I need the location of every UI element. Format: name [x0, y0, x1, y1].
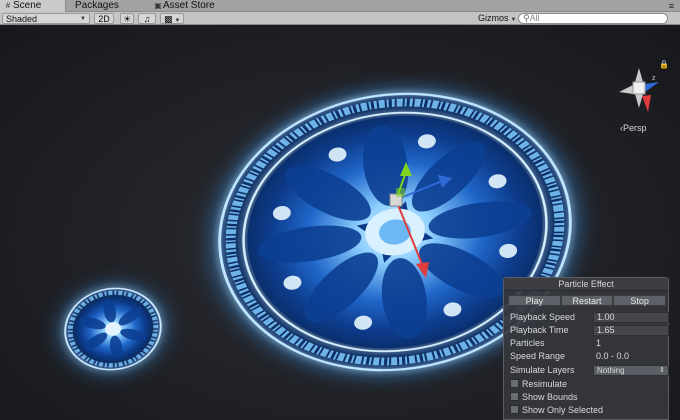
- up-down-arrow-icon: ⇕: [659, 367, 665, 374]
- speed-range-label: Speed Range: [510, 351, 566, 361]
- panel-title: Particle Effect: [504, 278, 668, 291]
- tab-packages[interactable]: Packages: [72, 0, 142, 12]
- speed-range-value: 0.0 - 0.0: [596, 351, 630, 361]
- scene-toolbar: Shaded ▼ 2D ☀ ♫ ▩ ▼ Gizmos ▼ ⚲All: [0, 12, 680, 25]
- tab-menu-icon[interactable]: ≡: [669, 0, 674, 12]
- image-icon: ▩: [164, 14, 173, 24]
- playback-time-field[interactable]: 1.65: [593, 325, 669, 336]
- playback-buttons: Play Restart Stop: [508, 295, 667, 306]
- sun-icon: ☀: [122, 14, 132, 24]
- effects-dropdown[interactable]: ▩ ▼: [160, 13, 184, 24]
- show-only-selected-label: Show Only Selected: [522, 405, 604, 415]
- tab-asset-store-label: Asset Store: [163, 0, 215, 11]
- shading-mode-label: Shaded: [6, 14, 38, 24]
- toggle-2d-button[interactable]: 2D: [94, 13, 114, 24]
- camera-mode-label[interactable]: ‹Persp: [620, 122, 647, 134]
- tab-scene[interactable]: # Scene: [0, 0, 66, 12]
- tab-scene-label: Scene: [13, 0, 42, 11]
- resimulate-label: Resimulate: [522, 379, 568, 389]
- particles-row: Particles 1: [510, 338, 666, 349]
- simulate-layers-dropdown[interactable]: Nothing ⇕: [593, 365, 669, 376]
- particles-value: 1: [596, 338, 602, 348]
- search-icon: ⚲: [523, 13, 530, 23]
- show-bounds-row[interactable]: Show Bounds: [510, 392, 666, 403]
- gizmos-label: Gizmos: [478, 13, 509, 23]
- chevron-down-icon: ▼: [80, 16, 86, 22]
- audio-toggle-button[interactable]: ♫: [138, 13, 156, 24]
- restart-button[interactable]: Restart: [560, 295, 614, 306]
- lighting-toggle-button[interactable]: ☀: [120, 13, 134, 24]
- playback-speed-label: Playback Speed: [510, 312, 576, 322]
- play-button[interactable]: Play: [508, 295, 561, 306]
- show-only-selected-row[interactable]: Show Only Selected: [510, 405, 666, 416]
- simulate-layers-label: Simulate Layers: [510, 365, 575, 375]
- playback-speed-row: Playback Speed 1.00: [510, 312, 669, 323]
- tab-packages-label: Packages: [75, 0, 119, 11]
- stop-button[interactable]: Stop: [613, 295, 667, 306]
- orientation-gizmo: z: [619, 68, 659, 112]
- search-input[interactable]: ⚲All: [518, 13, 668, 24]
- playback-time-row: Playback Time 1.65: [510, 325, 669, 336]
- store-icon: ▣: [154, 1, 162, 10]
- tab-bar: # Scene Packages ▣Asset Store ≡: [0, 0, 680, 12]
- toggle-2d-label: 2D: [98, 14, 110, 24]
- chevron-down-icon: ▼: [174, 18, 181, 24]
- simulate-layers-row: Simulate Layers Nothing ⇕: [510, 365, 669, 376]
- particle-effect-panel: Particle Effect Play Restart Stop Playba…: [503, 277, 669, 420]
- gizmo-z-label: z: [652, 75, 656, 82]
- playback-time-label: Playback Time: [510, 325, 569, 335]
- simulate-layers-value: Nothing: [597, 366, 625, 375]
- playback-speed-field[interactable]: 1.00: [593, 312, 669, 323]
- magic-circle-small: [57, 281, 169, 377]
- tab-asset-store[interactable]: ▣Asset Store: [150, 0, 240, 12]
- particles-label: Particles: [510, 338, 545, 348]
- resimulate-row[interactable]: Resimulate: [510, 379, 666, 390]
- chevron-down-icon: ▼: [510, 17, 517, 23]
- grid-icon: #: [5, 1, 11, 10]
- show-bounds-checkbox[interactable]: [510, 392, 519, 401]
- gizmos-dropdown[interactable]: Gizmos ▼: [475, 13, 519, 24]
- camera-mode-text: Persp: [623, 123, 647, 133]
- speed-range-row: Speed Range 0.0 - 0.0: [510, 351, 666, 362]
- speaker-icon: ♫: [143, 14, 151, 24]
- resimulate-checkbox[interactable]: [510, 379, 519, 388]
- show-only-selected-checkbox[interactable]: [510, 405, 519, 414]
- shading-mode-dropdown[interactable]: Shaded ▼: [2, 13, 90, 24]
- lock-icon[interactable]: 🔒: [659, 60, 669, 69]
- search-placeholder: All: [529, 13, 540, 23]
- show-bounds-label: Show Bounds: [522, 392, 578, 402]
